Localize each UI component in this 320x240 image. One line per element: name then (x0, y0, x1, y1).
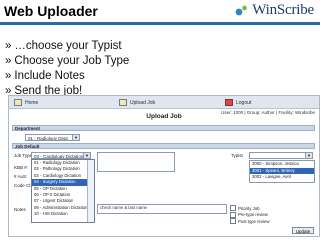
upload-app-screenshot: Home Upload Job Logout User: 1000 | Grou… (8, 95, 320, 237)
title-divider (0, 22, 320, 25)
post-type-review-checkbox[interactable]: Post type review (230, 218, 270, 225)
app-nav-bar: Home Upload Job Logout (9, 96, 319, 109)
pre-type-review-checkbox[interactable]: Pre-type review (230, 211, 270, 219)
code-label: Code Cl: (14, 183, 32, 188)
typist-label: Typist (231, 153, 243, 158)
job-type-dropdown[interactable]: 01 - Radiology Dictation 02 - Pathology … (31, 159, 95, 223)
upload-icon (119, 99, 127, 106)
page-title: Upload Job (146, 113, 182, 120)
notes-label: Notes (14, 207, 26, 212)
auth-label: # AuS: (14, 174, 28, 179)
bullet-item: » Include Notes (5, 70, 85, 82)
typist-select[interactable]: ▼ (249, 152, 313, 159)
brand-name: WinScribe (252, 2, 314, 18)
logout-icon (225, 99, 233, 106)
bullet-list: » …choose your Typist » Choose your Job Ty… (5, 39, 129, 99)
bullet-item: » …choose your Typist (5, 40, 122, 52)
department-select[interactable]: 01 - Radiology Dept ▼ (25, 134, 80, 141)
checkbox-icon (230, 205, 236, 212)
typist-option[interactable]: 3002 - Lavigne, Avril (250, 174, 314, 181)
chevron-down-icon: ▼ (83, 153, 90, 158)
job-default-section-header: Job Default (12, 143, 315, 149)
nav-logout-link[interactable]: Logout (225, 99, 251, 106)
typist-option[interactable]: 3001 - Spears, Britney (250, 167, 314, 175)
nav-home-link[interactable]: Home (14, 99, 38, 106)
department-section-header: Department (12, 125, 315, 131)
job-type-list[interactable] (97, 152, 175, 172)
slide-title: Web Uploader (4, 3, 98, 19)
checkbox-icon (230, 218, 236, 225)
chevron-down-icon: ▼ (72, 135, 79, 140)
job-type-select[interactable]: 03 - Cardiology Dictation ▼ (31, 152, 91, 159)
job-type-label: Job Type (14, 153, 33, 158)
notes-field[interactable]: check name & last name (97, 204, 227, 214)
job-options: Priority Job Pre-type review Post type r… (230, 205, 270, 225)
chevron-down-icon: ▼ (305, 153, 312, 158)
winscribe-logo: WinScribe (234, 2, 314, 19)
update-button[interactable]: Update (292, 227, 314, 234)
job-type-option[interactable]: 10 - HIS Dictation (32, 211, 94, 217)
checkbox-icon (230, 211, 236, 218)
bullet-item: » Choose your Job Type (5, 55, 130, 67)
typist-list[interactable]: 3000 - Simpson, Jessica 3001 - Spears, B… (249, 160, 315, 183)
typist-option[interactable]: 3000 - Simpson, Jessica (250, 161, 314, 168)
kbb-label: KBB #: (14, 165, 29, 170)
winscribe-mark-icon (235, 5, 248, 16)
nav-upload-link[interactable]: Upload Job (119, 99, 155, 106)
home-icon (14, 99, 22, 106)
dropdown-scrollbar[interactable] (87, 160, 94, 222)
